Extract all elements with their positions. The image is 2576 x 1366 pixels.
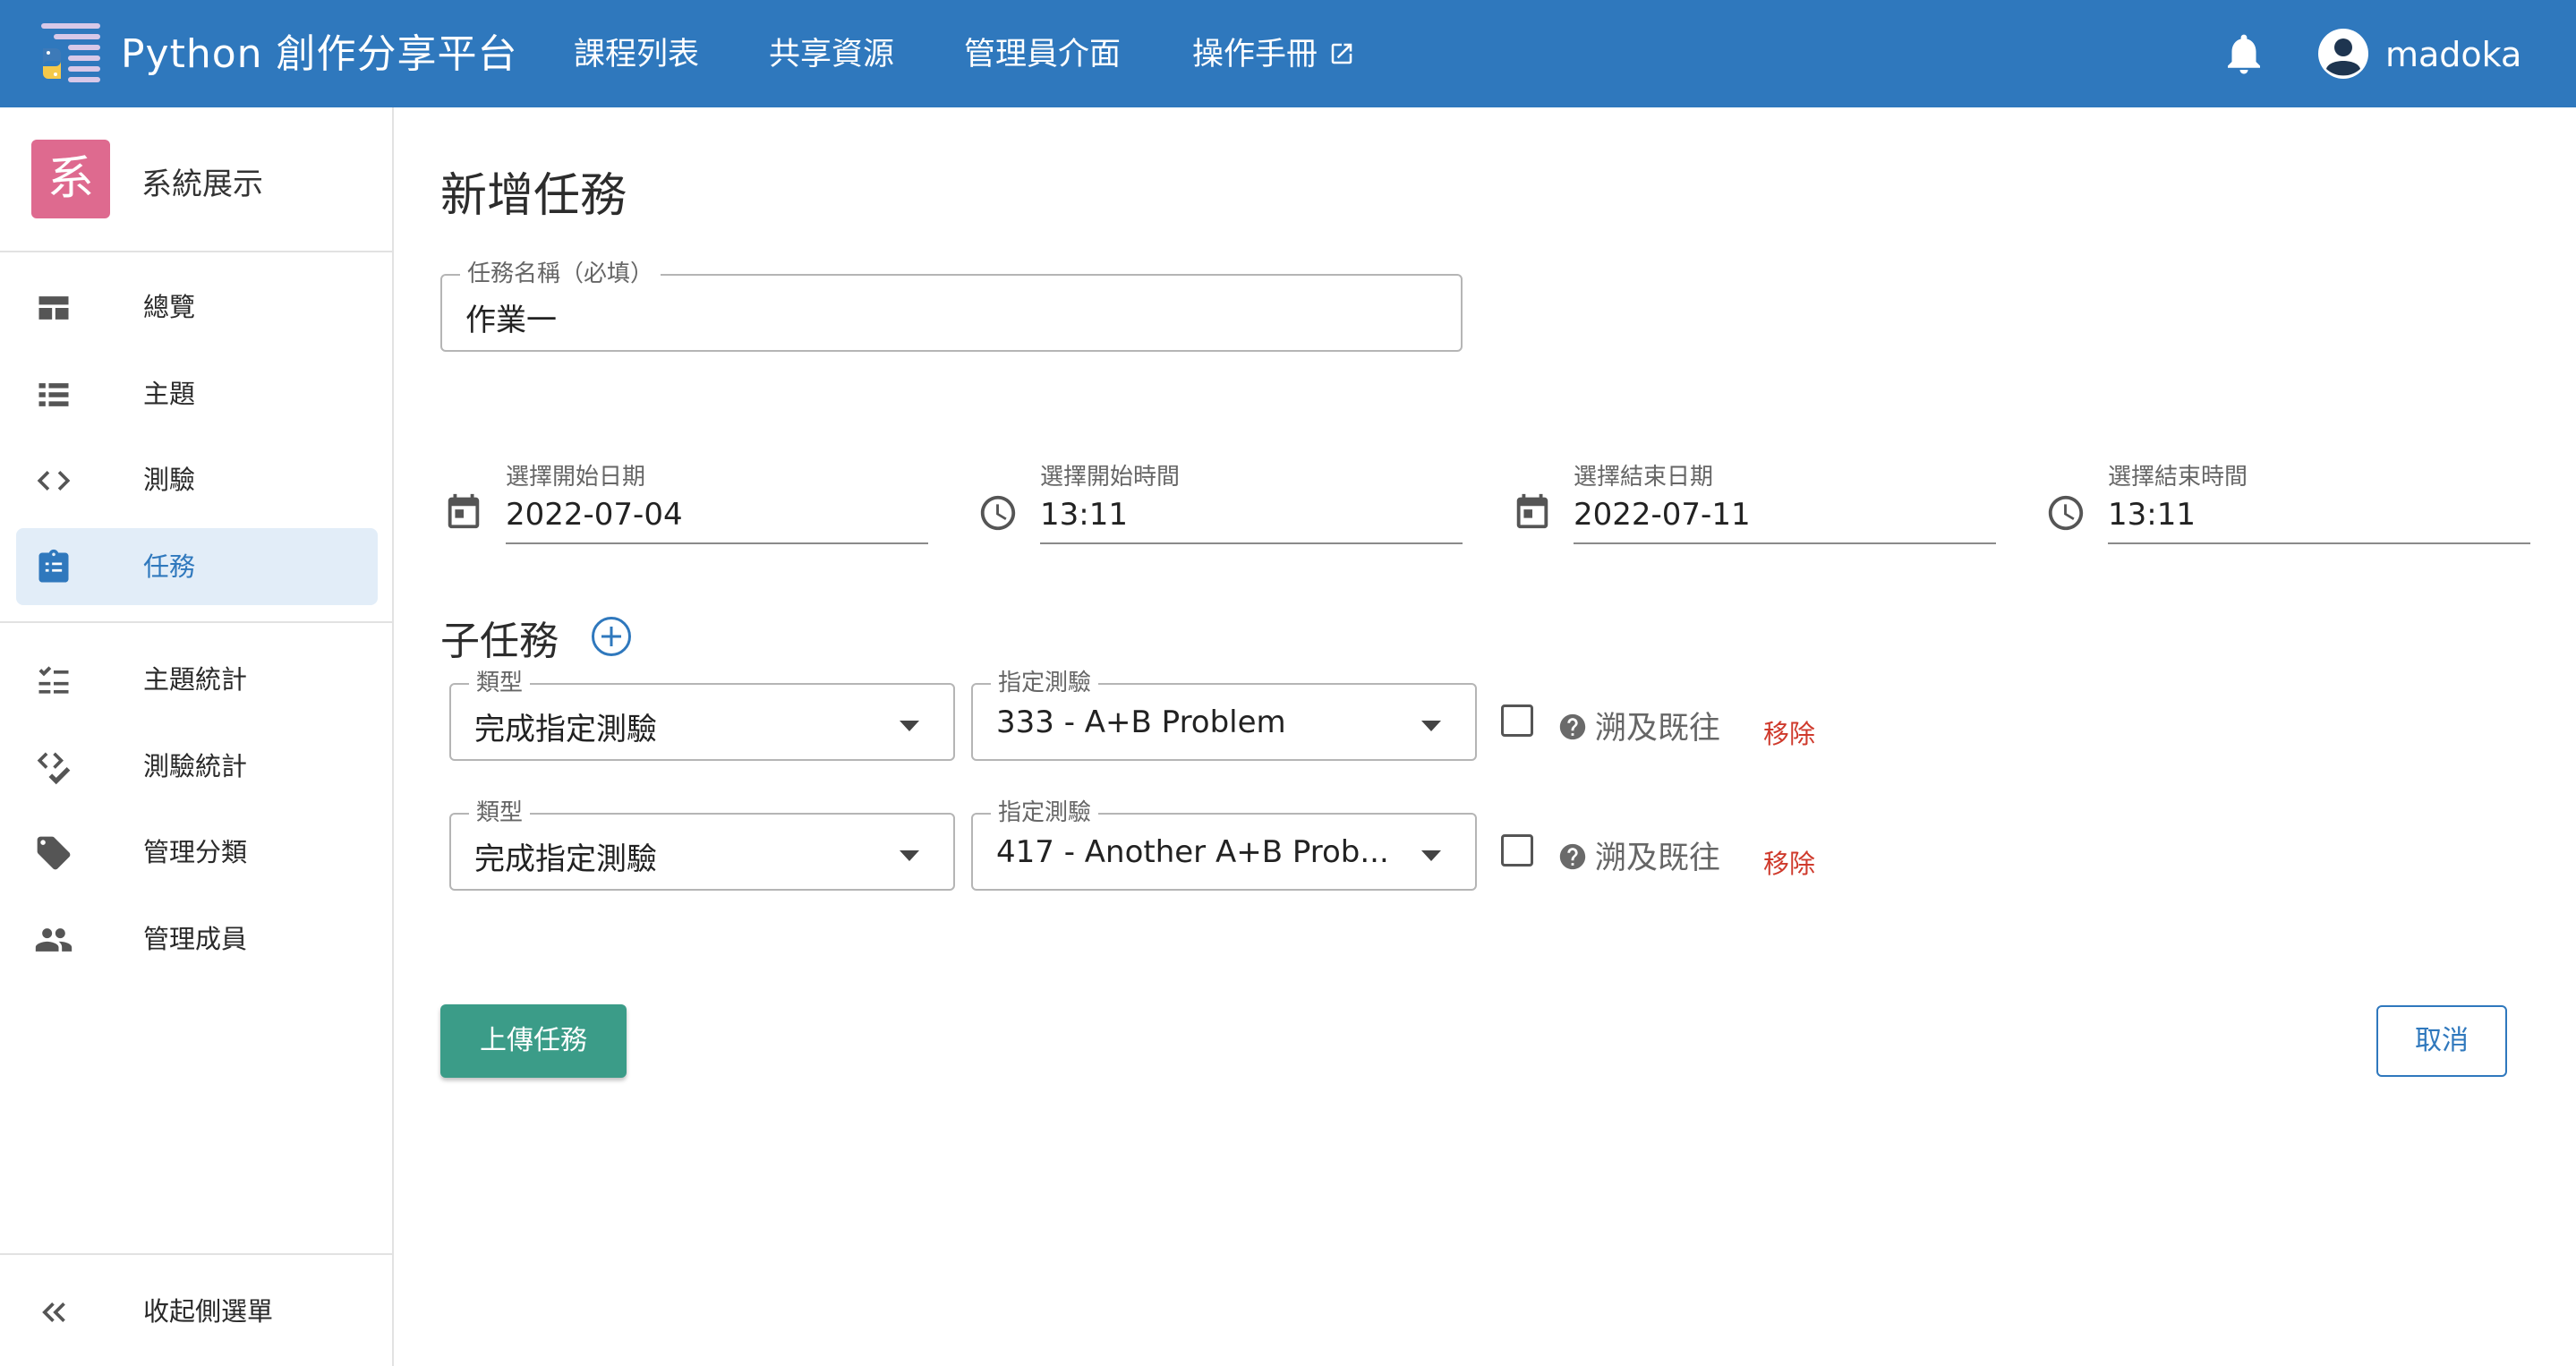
- subtask-type-select[interactable]: 類型 完成指定測驗: [449, 670, 955, 761]
- dropdown-arrow-icon: [1421, 850, 1441, 861]
- subtask-type-value: 完成指定測驗: [474, 841, 657, 877]
- dropdown-arrow-icon: [900, 850, 919, 861]
- nav-course-list[interactable]: 課程列表: [574, 0, 699, 107]
- subtask-quiz-label: 指定測驗: [991, 670, 1099, 696]
- calendar-icon[interactable]: [443, 491, 484, 532]
- subtask-quiz-select[interactable]: 指定測驗 333 - A+B Problem: [971, 670, 1477, 761]
- subtask-type-select[interactable]: 類型 完成指定測驗: [449, 799, 955, 891]
- start-time-input[interactable]: 13:11: [1040, 497, 1128, 533]
- subtask-type-label: 類型: [469, 799, 531, 826]
- task-name-field[interactable]: 任務名稱（必填） 作業一: [440, 260, 1463, 352]
- sidebar-item-label: 管理成員: [143, 924, 248, 954]
- nav-shared-resources[interactable]: 共享資源: [769, 0, 894, 107]
- retroactive-checkbox[interactable]: [1501, 704, 1533, 737]
- end-date-label: 選擇結束日期: [1574, 464, 1714, 491]
- tags-icon: [37, 836, 71, 870]
- python-logo-icon[interactable]: [38, 23, 104, 84]
- remove-subtask-button[interactable]: 移除: [1763, 843, 1815, 881]
- clock-icon[interactable]: [977, 492, 1019, 534]
- assignment-icon: [38, 549, 69, 583]
- sidebar-item-label: 測驗統計: [143, 751, 248, 781]
- sidebar-item-label: 任務: [143, 551, 196, 582]
- sidebar-item-overview[interactable]: 總覽: [16, 269, 378, 346]
- sidebar-item-manage-members[interactable]: 管理成員: [16, 901, 378, 978]
- sidebar-item-label: 主題統計: [143, 664, 248, 695]
- start-date-input[interactable]: 2022-07-04: [506, 497, 683, 533]
- sidebar: 系 系統展示 總覽 主題 測驗 任務 主題統計 測驗統計 管理分類 管理成員 收…: [0, 107, 394, 1366]
- sidebar-divider: [0, 251, 392, 252]
- nav-admin-interface[interactable]: 管理員介面: [964, 0, 1121, 107]
- dashboard-icon: [38, 296, 69, 320]
- subtask-quiz-select[interactable]: 指定測驗 417 - Another A+B Prob...: [971, 799, 1477, 891]
- sidebar-item-label: 總覽: [143, 292, 196, 322]
- sidebar-item-tasks[interactable]: 任務: [16, 528, 378, 605]
- end-time-label: 選擇結束時間: [2108, 464, 2248, 491]
- sidebar-item-label: 管理分類: [143, 837, 248, 867]
- upload-task-button[interactable]: 上傳任務: [440, 1004, 627, 1078]
- sidebar-item-manage-categories[interactable]: 管理分類: [16, 814, 378, 891]
- sidebar-item-quiz-stats[interactable]: 測驗統計: [16, 728, 378, 805]
- subtask-quiz-value: 417 - Another A+B Prob...: [996, 834, 1389, 870]
- top-app-bar: Python 創作分享平台 課程列表 共享資源 管理員介面 操作手冊 madok…: [0, 0, 2576, 107]
- retroactive-label: 溯及既往: [1595, 711, 1721, 747]
- end-time-input[interactable]: 13:11: [2108, 497, 2196, 533]
- sidebar-item-topic-stats[interactable]: 主題統計: [16, 641, 378, 718]
- cancel-button[interactable]: 取消: [2376, 1005, 2507, 1077]
- clock-icon[interactable]: [2045, 492, 2086, 534]
- sidebar-item-quizzes[interactable]: 測驗: [16, 441, 378, 518]
- people-icon: [35, 928, 73, 952]
- user-avatar-icon[interactable]: [2318, 29, 2368, 79]
- subtasks-title: 子任務: [440, 619, 559, 664]
- task-name-input[interactable]: 作業一: [465, 295, 557, 339]
- calendar-icon[interactable]: [1512, 491, 1553, 532]
- add-subtask-plus-icon[interactable]: [591, 616, 632, 657]
- start-date-underline: [506, 542, 928, 544]
- sidebar-item-label: 主題: [143, 379, 196, 409]
- app-title[interactable]: Python 創作分享平台: [121, 0, 518, 107]
- list-icon: [38, 383, 69, 406]
- sidebar-collapse-button[interactable]: 收起側選單: [16, 1273, 378, 1350]
- subtask-type-value: 完成指定測驗: [474, 712, 657, 747]
- code-icon: [37, 471, 71, 491]
- course-avatar: 系: [31, 140, 110, 218]
- dropdown-arrow-icon: [1421, 721, 1441, 731]
- retroactive-label: 溯及既往: [1595, 841, 1721, 876]
- subtask-quiz-label: 指定測驗: [991, 799, 1099, 826]
- subtask-type-label: 類型: [469, 670, 531, 696]
- dropdown-arrow-icon: [900, 721, 919, 731]
- end-time-underline: [2108, 542, 2530, 544]
- end-date-input[interactable]: 2022-07-11: [1574, 497, 1751, 533]
- remove-subtask-button[interactable]: 移除: [1763, 713, 1815, 751]
- sidebar-item-topics[interactable]: 主題: [16, 355, 378, 432]
- nav-user-manual-label: 操作手冊: [1192, 37, 1318, 73]
- start-time-label: 選擇開始時間: [1040, 464, 1181, 491]
- sidebar-divider: [0, 621, 392, 623]
- double-chevron-left-icon: [42, 1302, 65, 1322]
- page-title: 新增任務: [440, 169, 627, 223]
- end-date-underline: [1574, 542, 1996, 544]
- nav-user-manual[interactable]: 操作手冊: [1192, 0, 1355, 107]
- code-check-icon: [37, 752, 71, 785]
- sidebar-item-label: 測驗: [143, 465, 196, 495]
- username[interactable]: madoka: [2385, 0, 2521, 107]
- notification-bell-icon[interactable]: [2220, 29, 2268, 79]
- checklist-icon: [38, 666, 69, 694]
- start-time-underline: [1040, 542, 1463, 544]
- external-link-icon: [1331, 43, 1352, 64]
- course-name: 系統展示: [141, 166, 263, 202]
- sidebar-collapse-label: 收起側選單: [143, 1296, 274, 1327]
- subtask-quiz-value: 333 - A+B Problem: [996, 704, 1286, 740]
- sidebar-divider: [0, 1253, 392, 1255]
- help-icon[interactable]: [1557, 841, 1588, 872]
- retroactive-checkbox[interactable]: [1501, 834, 1533, 867]
- start-date-label: 選擇開始日期: [506, 464, 646, 491]
- task-name-label: 任務名稱（必填）: [460, 260, 661, 287]
- help-icon[interactable]: [1557, 712, 1588, 742]
